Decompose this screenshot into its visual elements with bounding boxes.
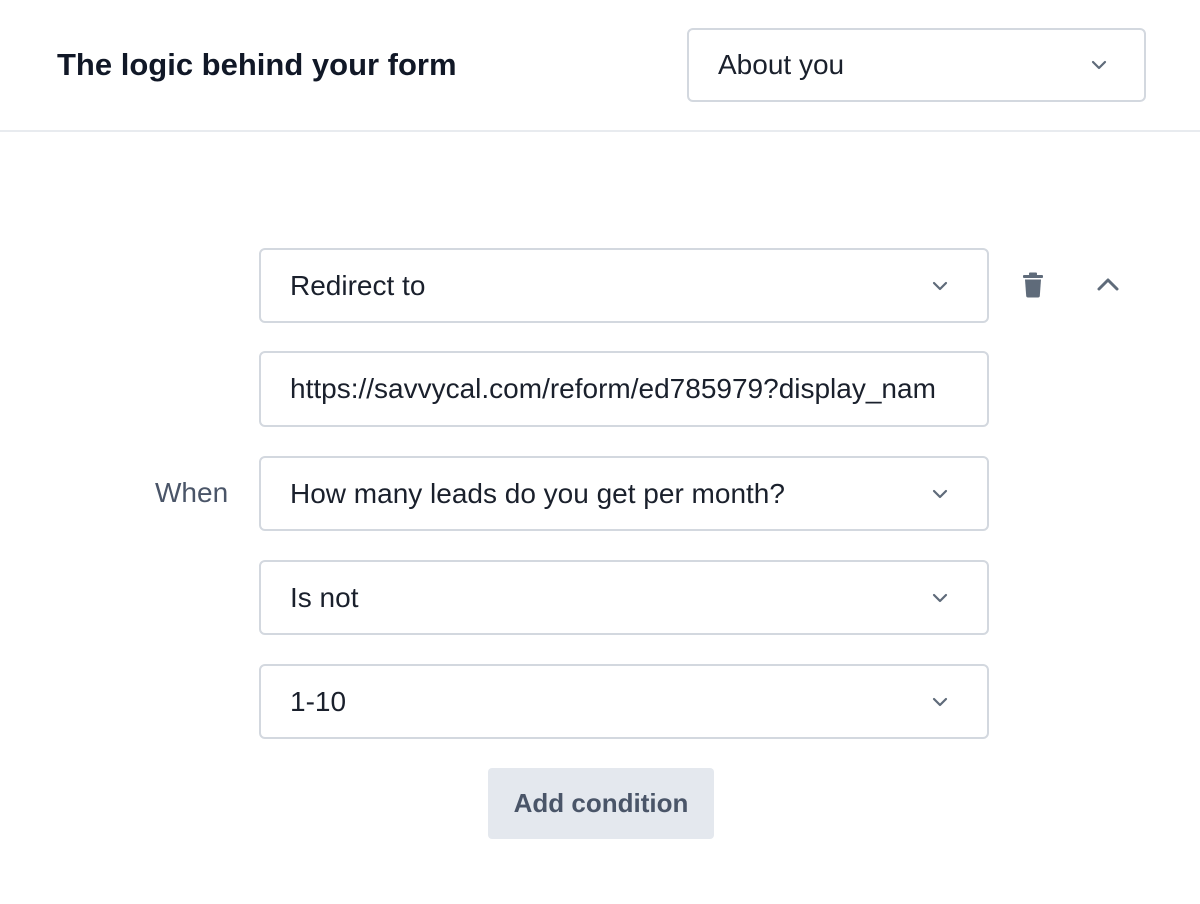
chevron-down-icon (932, 593, 948, 602)
header: The logic behind your form About you (0, 0, 1200, 132)
action-select-value: Redirect to (290, 269, 426, 301)
add-condition-button[interactable]: Add condition (488, 768, 714, 839)
answer-select-value: 1-10 (290, 685, 347, 717)
question-select[interactable]: How many leads do you get per month? (259, 456, 989, 531)
chevron-down-icon (932, 489, 948, 498)
page-title: The logic behind your form (57, 47, 457, 82)
chevron-down-icon (1091, 60, 1107, 70)
delete-rule-button[interactable] (1013, 265, 1053, 305)
chevron-down-icon (932, 281, 948, 290)
when-label: When (155, 477, 229, 508)
redirect-url-input[interactable] (259, 351, 989, 427)
operator-select[interactable]: Is not (259, 560, 989, 635)
collapse-rule-button[interactable] (1088, 265, 1128, 305)
chevron-down-icon (932, 697, 948, 706)
trash-icon (1023, 272, 1043, 298)
action-select[interactable]: Redirect to (259, 248, 989, 323)
chevron-up-icon (1097, 278, 1119, 291)
answer-select[interactable]: 1-10 (259, 664, 989, 739)
page-select-value: About you (718, 49, 845, 80)
page-select[interactable]: About you (687, 28, 1146, 102)
question-select-value: How many leads do you get per month? (290, 477, 785, 509)
operator-select-value: Is not (290, 581, 359, 613)
